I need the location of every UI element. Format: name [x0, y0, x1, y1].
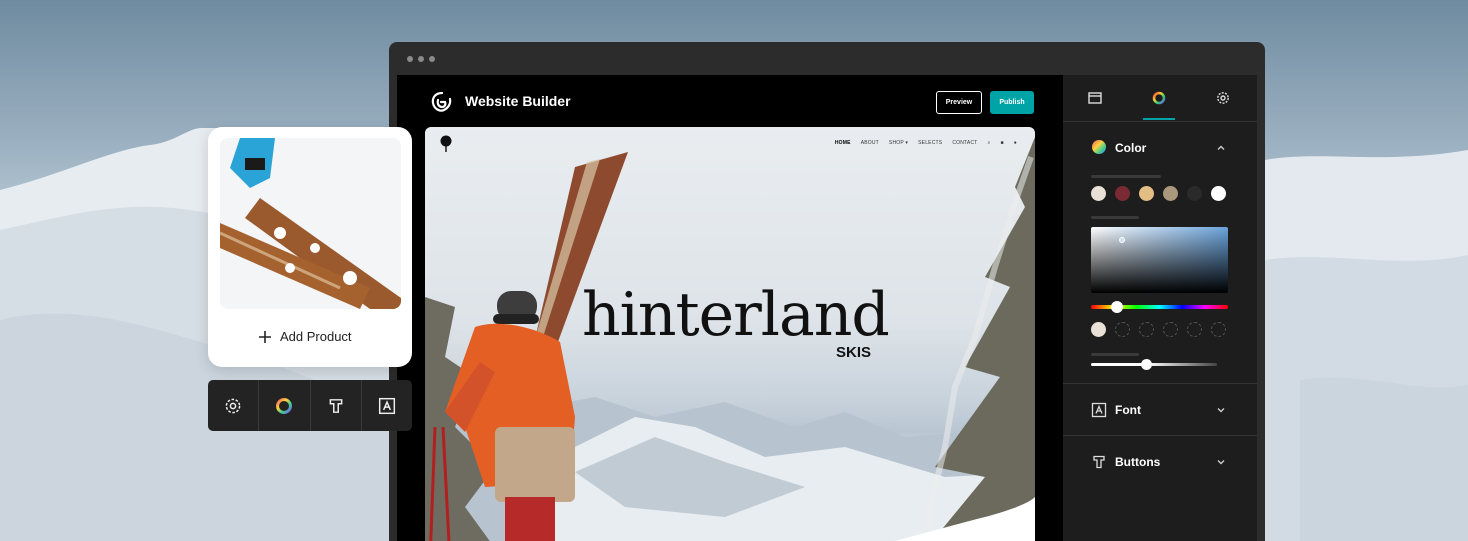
add-product-label: Add Product [280, 329, 352, 344]
font-icon [378, 397, 395, 414]
nav-contact[interactable]: CONTACT [952, 140, 977, 146]
layout-icon [1088, 92, 1102, 104]
site-nav: HOME ABOUT SHOP ▾ SELECTS CONTACT ⌕ ■ ● [835, 140, 1017, 146]
nav-about[interactable]: ABOUT [861, 140, 879, 146]
chevron-down-icon[interactable] [1216, 405, 1226, 415]
empty-swatch[interactable] [1139, 322, 1154, 337]
opacity-slider-handle[interactable] [1141, 359, 1152, 370]
product-image [220, 138, 401, 309]
nav-home[interactable]: HOME [835, 140, 851, 146]
hero-title: hinterland [582, 280, 890, 350]
settings-button[interactable] [208, 380, 260, 431]
color-picker-area[interactable] [1091, 227, 1228, 293]
color-section-title: Color [1115, 141, 1147, 155]
buttons-style-button[interactable] [311, 380, 362, 431]
search-icon[interactable]: ⌕ [988, 140, 991, 146]
picker-label-placeholder [1091, 216, 1139, 219]
website-builder-app: Website Builder Preview Publish HOME ABO… [397, 75, 1257, 541]
swatch-cream[interactable] [1091, 186, 1106, 201]
palette-label-placeholder [1091, 175, 1161, 178]
opacity-slider[interactable] [1091, 359, 1217, 370]
empty-swatch[interactable] [1211, 322, 1226, 337]
hue-slider[interactable] [1091, 301, 1228, 313]
divider [1063, 121, 1257, 122]
gear-icon [225, 398, 241, 413]
swatch-maroon[interactable] [1115, 186, 1130, 201]
swatch-tan[interactable] [1139, 186, 1154, 201]
recent-swatch[interactable] [1091, 322, 1106, 337]
site-preview: HOME ABOUT SHOP ▾ SELECTS CONTACT ⌕ ■ ● … [425, 127, 1035, 541]
style-panel: Color Font Buttons [1063, 75, 1257, 541]
nav-shop-label: SHOP [888, 140, 904, 146]
window-controls [407, 56, 435, 62]
browser-window: Website Builder Preview Publish HOME ABO… [389, 42, 1265, 541]
app-title: Website Builder [465, 93, 571, 109]
empty-swatch[interactable] [1163, 322, 1178, 337]
site-logo-icon [440, 135, 452, 152]
swatch-khaki[interactable] [1163, 186, 1178, 201]
color-picker-handle[interactable] [1119, 237, 1125, 243]
font-icon [1091, 402, 1107, 418]
godaddy-logo-icon [431, 91, 452, 112]
window-dot[interactable] [407, 56, 413, 62]
preview-button[interactable]: Preview [936, 91, 982, 114]
hero-subtitle: SKIS [836, 344, 872, 361]
opacity-label-placeholder [1091, 353, 1139, 356]
tab-layout[interactable] [1063, 75, 1127, 121]
tab-color[interactable] [1127, 75, 1191, 121]
empty-swatch[interactable] [1187, 322, 1202, 337]
publish-button[interactable]: Publish [990, 91, 1034, 114]
nav-selects[interactable]: SELECTS [918, 140, 942, 146]
skis-in-snow-photo [220, 138, 401, 309]
buttons-icon [329, 398, 342, 413]
buttons-icon [1093, 455, 1105, 469]
divider [1063, 435, 1257, 436]
chevron-up-icon[interactable] [1216, 143, 1226, 153]
floating-toolbar [208, 380, 412, 431]
account-icon[interactable]: ● [1014, 140, 1017, 146]
font-section-title: Font [1115, 403, 1141, 417]
hue-slider-handle[interactable] [1111, 301, 1123, 313]
color-wheel-icon [276, 397, 293, 414]
gear-icon [1217, 92, 1229, 104]
plus-icon [259, 330, 271, 343]
font-button[interactable] [362, 380, 412, 431]
color-button[interactable] [259, 380, 311, 431]
tab-settings[interactable] [1191, 75, 1255, 121]
nav-shop[interactable]: SHOP ▾ [889, 140, 908, 146]
buttons-section-title: Buttons [1115, 455, 1161, 469]
color-wheel-icon [1092, 140, 1106, 154]
chevron-down-icon[interactable] [1216, 457, 1226, 467]
window-dot[interactable] [429, 56, 435, 62]
builder-top-bar: Website Builder Preview Publish [397, 75, 1063, 127]
color-wheel-icon [1152, 91, 1166, 105]
divider [1063, 383, 1257, 384]
empty-swatch[interactable] [1115, 322, 1130, 337]
swatch-charcoal[interactable] [1187, 186, 1202, 201]
cart-icon[interactable]: ■ [1001, 140, 1004, 146]
swatch-white[interactable] [1211, 186, 1226, 201]
window-dot[interactable] [418, 56, 424, 62]
product-card: Add Product [208, 127, 412, 367]
add-product-button[interactable]: Add Product [258, 329, 352, 344]
